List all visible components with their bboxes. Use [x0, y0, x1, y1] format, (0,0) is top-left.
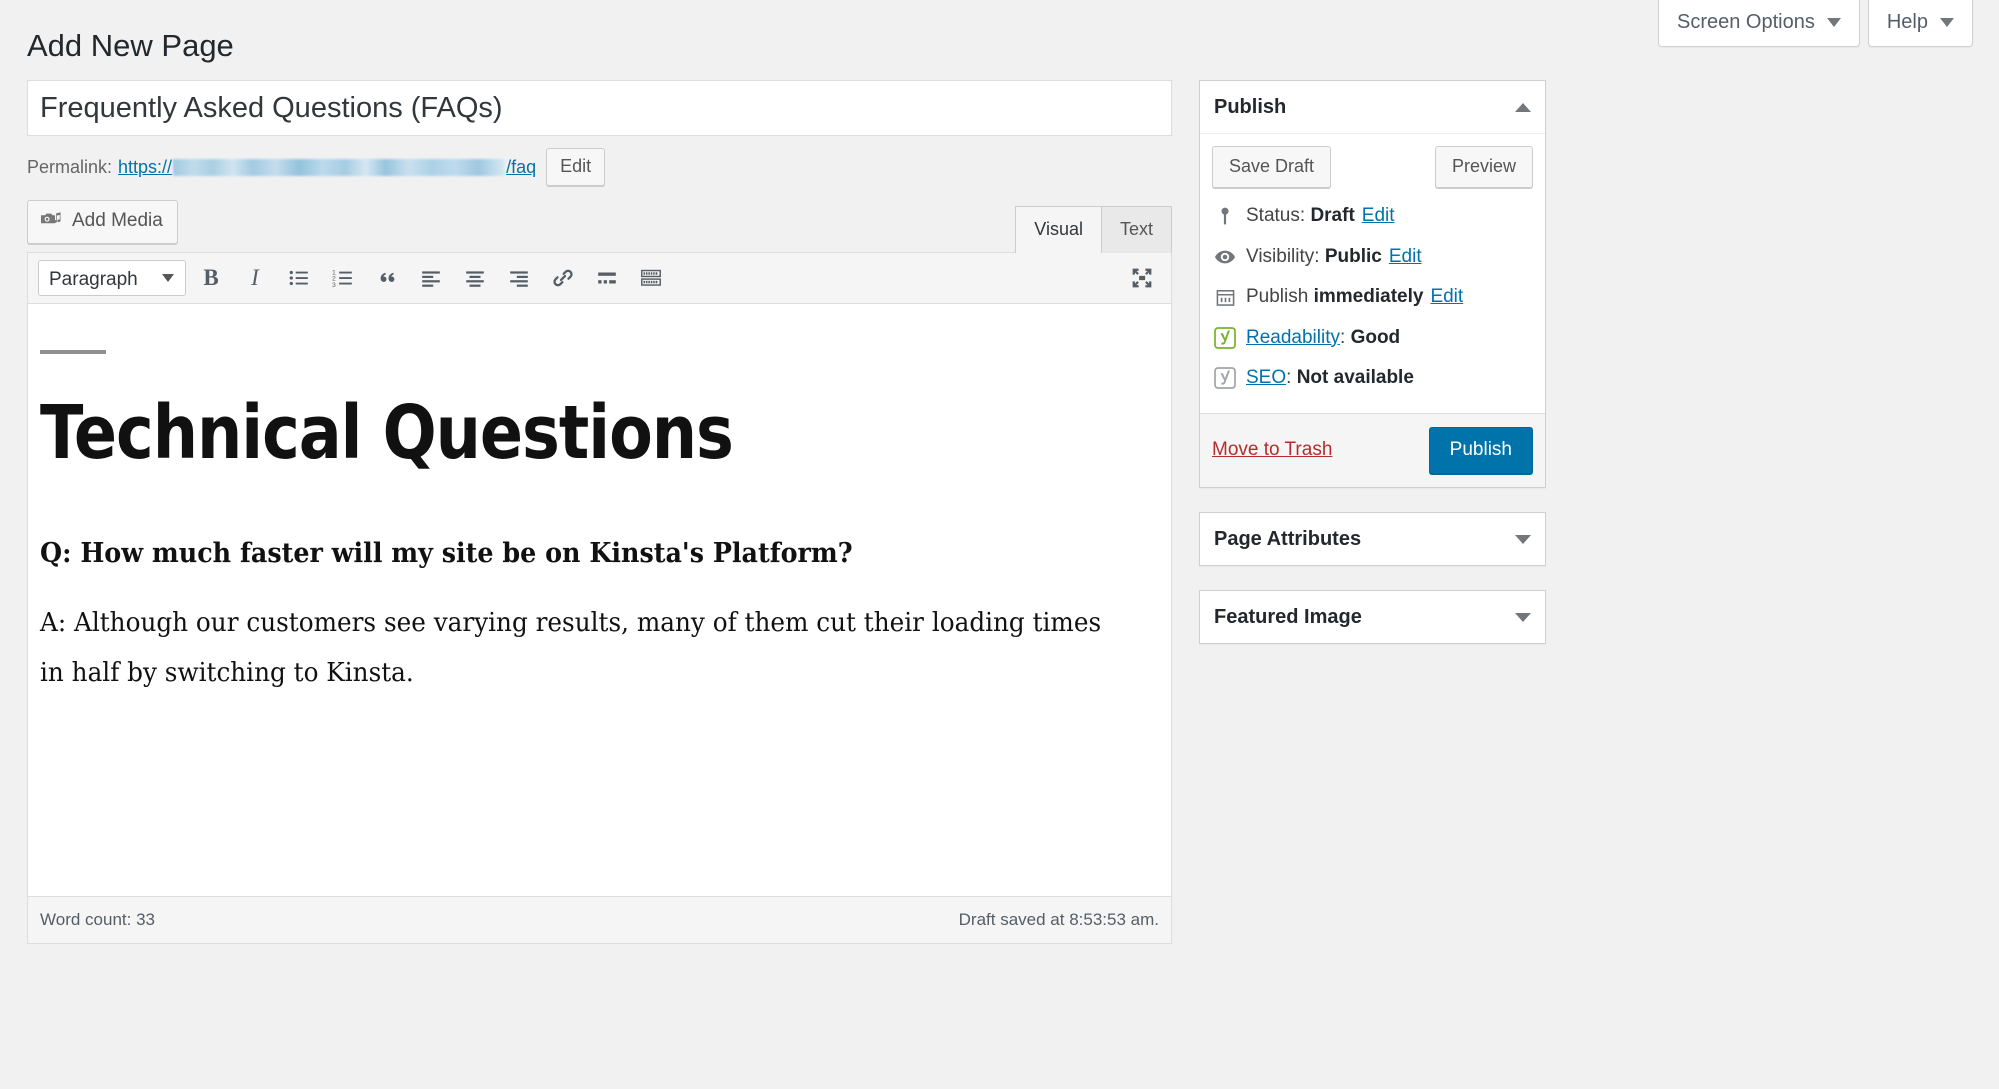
- italic-icon[interactable]: I: [236, 259, 274, 297]
- bold-icon[interactable]: B: [192, 259, 230, 297]
- editor-toolbar: Paragraph B I 1 2 3: [28, 252, 1171, 304]
- publish-metabox-title: Publish: [1214, 96, 1287, 118]
- publish-minor-actions: Save Draft Preview Status: Draft Edit Vi…: [1200, 134, 1545, 413]
- schedule-value: immediately: [1313, 286, 1424, 308]
- visibility-value: Public: [1324, 245, 1382, 267]
- seo-row: SEO: Not available: [1212, 358, 1533, 399]
- status-label: Status:: [1246, 205, 1306, 227]
- align-center-icon[interactable]: [456, 259, 494, 297]
- yoast-readability-icon: [1212, 326, 1238, 350]
- featured-image-metabox-title: Featured Image: [1214, 606, 1362, 629]
- publish-button[interactable]: Publish: [1428, 426, 1533, 475]
- chevron-down-icon: [1826, 17, 1841, 27]
- visibility-edit-link[interactable]: Edit: [1389, 243, 1422, 272]
- status-row: Status: Draft Edit: [1212, 196, 1533, 237]
- sidebar-column: Publish Save Draft Preview Status: Draft…: [1199, 80, 1546, 668]
- paragraph-format-select-wrap: Paragraph: [38, 259, 186, 296]
- tab-text[interactable]: Text: [1100, 206, 1172, 254]
- editor-wrap: Add Media Visual Text Paragraph B I 1 2 …: [27, 200, 1172, 944]
- bulleted-list-icon[interactable]: [280, 259, 318, 297]
- word-count: Word count: 33: [40, 909, 155, 929]
- align-left-icon[interactable]: [412, 259, 450, 297]
- screen-options-button[interactable]: Screen Options: [1658, 0, 1860, 47]
- eye-icon: [1212, 246, 1238, 268]
- editor-container: Paragraph B I 1 2 3 Technical Questions …: [27, 251, 1172, 944]
- featured-image-metabox: Featured Image: [1199, 590, 1546, 645]
- draft-saved-status: Draft saved at 8:53:53 am.: [958, 909, 1159, 929]
- seo-link[interactable]: SEO: [1246, 364, 1286, 393]
- chevron-down-icon[interactable]: [1515, 534, 1531, 544]
- seo-value: Not available: [1296, 367, 1414, 389]
- post-body: Permalink: https:// /faq Edit: [27, 80, 1972, 944]
- status-edit-link[interactable]: Edit: [1362, 202, 1395, 231]
- readability-row: Readability: Good: [1212, 318, 1533, 359]
- permalink-row: Permalink: https:// /faq Edit: [27, 148, 1172, 187]
- content-question: Q: How much faster will my site be on Ki…: [40, 538, 853, 570]
- permalink-slug: /faq: [506, 156, 537, 177]
- help-button[interactable]: Help: [1867, 0, 1973, 47]
- blockquote-icon[interactable]: [368, 259, 406, 297]
- yoast-seo-icon: [1212, 366, 1238, 390]
- screen-options-label: Screen Options: [1677, 11, 1815, 33]
- seo-sep: :: [1286, 367, 1292, 389]
- publish-metabox-header[interactable]: Publish: [1200, 81, 1545, 134]
- add-media-button[interactable]: Add Media: [27, 200, 178, 244]
- svg-text:3: 3: [332, 282, 336, 289]
- permalink-domain-redacted: [173, 158, 506, 176]
- schedule-edit-link[interactable]: Edit: [1430, 283, 1463, 312]
- move-to-trash-link[interactable]: Move to Trash: [1212, 439, 1332, 461]
- readability-value: Good: [1350, 326, 1401, 348]
- chevron-up-icon[interactable]: [1515, 102, 1531, 112]
- featured-image-metabox-header[interactable]: Featured Image: [1200, 591, 1545, 643]
- draft-preview-row: Save Draft Preview: [1212, 146, 1533, 189]
- link-icon[interactable]: [544, 259, 582, 297]
- visibility-label: Visibility:: [1246, 245, 1320, 267]
- add-media-label: Add Media: [72, 210, 163, 232]
- content-answer: A: Although our customers see varying re…: [40, 608, 1102, 689]
- numbered-list-icon[interactable]: 1 2 3: [324, 259, 362, 297]
- page-attributes-metabox-title: Page Attributes: [1214, 528, 1362, 551]
- page-title: Add New Page: [27, 28, 234, 63]
- editor-statusbar: Word count: 33 Draft saved at 8:53:53 am…: [28, 895, 1171, 943]
- editor-content-area[interactable]: Technical Questions Q: How much faster w…: [28, 303, 1171, 896]
- permalink-protocol: https://: [118, 156, 173, 177]
- align-right-icon[interactable]: [500, 259, 538, 297]
- help-label: Help: [1886, 11, 1928, 33]
- preview-button[interactable]: Preview: [1434, 146, 1533, 189]
- permalink-edit-button[interactable]: Edit: [546, 148, 606, 187]
- status-value: Draft: [1310, 205, 1355, 227]
- tab-visual[interactable]: Visual: [1015, 206, 1102, 254]
- chevron-down-icon: [1940, 17, 1954, 27]
- page-wrap: Permalink: https:// /faq Edit: [27, 80, 1972, 1089]
- readability-sep: :: [1340, 326, 1346, 348]
- visibility-row: Visibility: Public Edit: [1212, 237, 1533, 278]
- post-title-input[interactable]: [27, 80, 1172, 136]
- permalink-label: Permalink:: [27, 156, 113, 177]
- page-attributes-metabox: Page Attributes: [1199, 512, 1546, 567]
- editor-mode-tabs: Visual Text: [1015, 206, 1172, 254]
- paragraph-format-select[interactable]: Paragraph: [38, 259, 186, 296]
- publish-major-actions: Move to Trash Publish: [1200, 412, 1545, 488]
- page-attributes-metabox-header[interactable]: Page Attributes: [1200, 513, 1545, 565]
- media-buttons: Add Media: [27, 200, 1172, 244]
- read-more-icon[interactable]: [588, 259, 626, 297]
- content-heading: Technical Questions: [40, 389, 734, 476]
- toolbar-toggle-icon[interactable]: [632, 259, 670, 297]
- save-draft-button[interactable]: Save Draft: [1212, 146, 1332, 189]
- screen-meta-links: Screen Options Help: [1658, 0, 1973, 47]
- fullscreen-icon[interactable]: [1123, 259, 1161, 297]
- schedule-label: Publish: [1246, 286, 1309, 308]
- schedule-row: Publish immediately Edit: [1212, 277, 1533, 318]
- media-camera-music-icon: [40, 210, 62, 232]
- editor-column: Permalink: https:// /faq Edit: [27, 80, 1172, 944]
- readability-link[interactable]: Readability: [1246, 324, 1340, 353]
- chevron-down-icon[interactable]: [1515, 612, 1531, 622]
- pin-icon: [1212, 206, 1238, 226]
- permalink-url-link[interactable]: https:// /faq: [118, 157, 536, 178]
- content-divider: [40, 349, 106, 354]
- publish-metabox: Publish Save Draft Preview Status: Draft…: [1199, 80, 1546, 489]
- calendar-icon: [1212, 287, 1238, 308]
